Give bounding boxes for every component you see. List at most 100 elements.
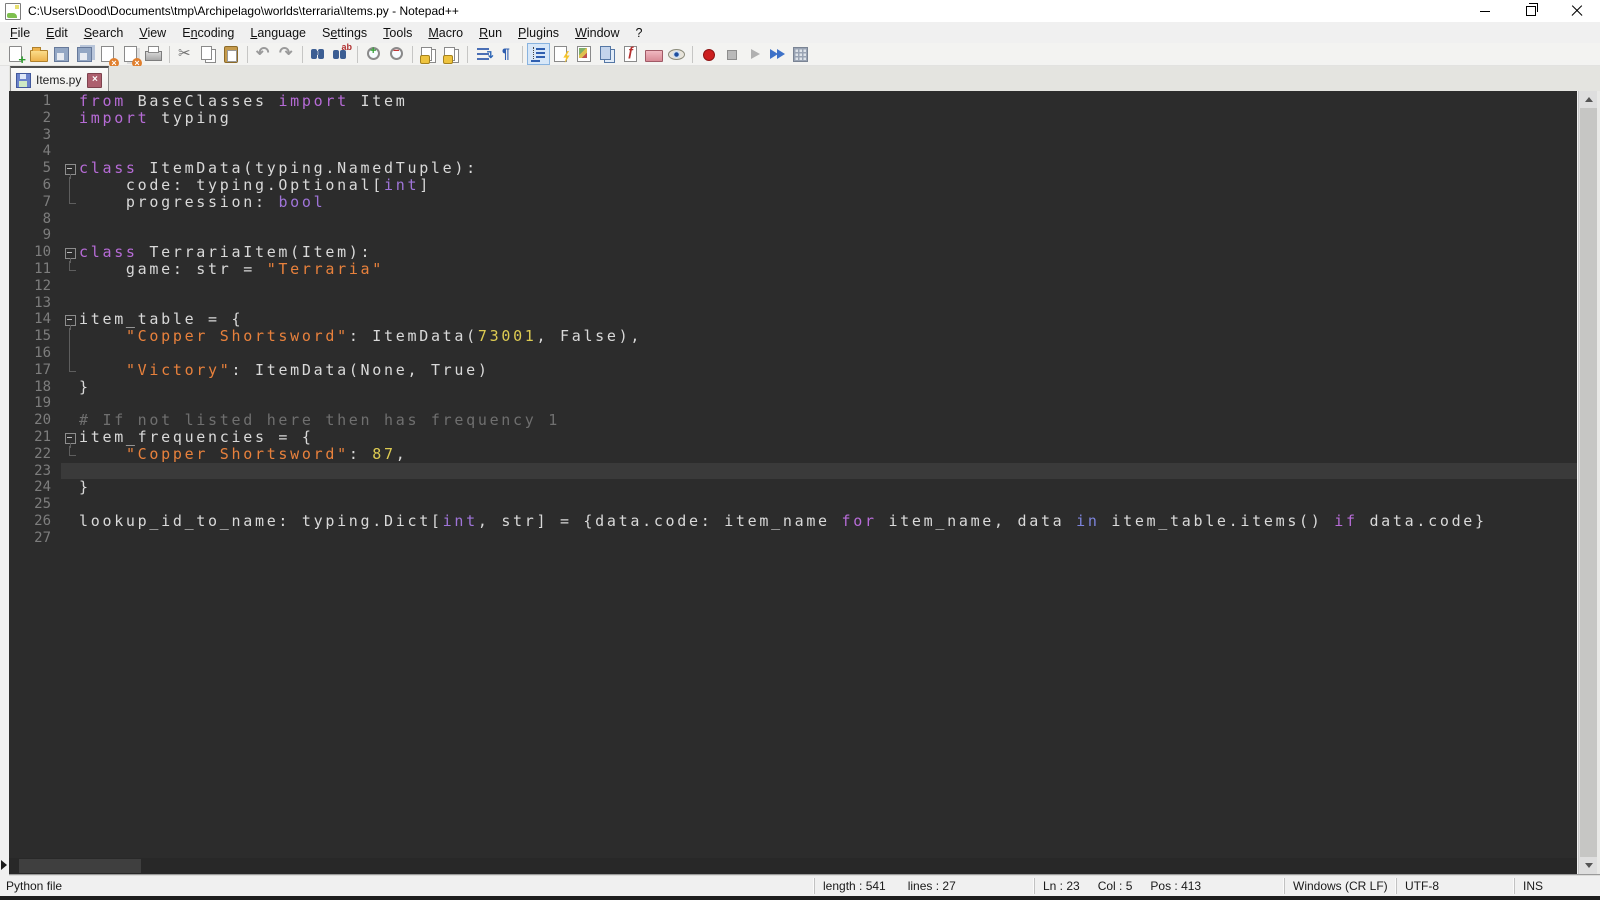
line-number[interactable]: 19 xyxy=(9,395,61,412)
menu-item-encoding[interactable]: Encoding xyxy=(174,24,242,42)
line-number[interactable]: 27 xyxy=(9,530,61,547)
play-multi-icon[interactable] xyxy=(767,44,788,64)
fold-margin[interactable] xyxy=(61,311,79,328)
line-number[interactable]: 7 xyxy=(9,194,61,211)
tab-close-icon[interactable]: × xyxy=(87,73,102,88)
line-number[interactable]: 16 xyxy=(9,345,61,362)
tab-label: Items.py xyxy=(36,73,81,87)
fold-collapse-icon[interactable] xyxy=(65,248,76,259)
status-eol-format[interactable]: Windows (CR LF) xyxy=(1284,878,1396,894)
folder-workspace-icon[interactable] xyxy=(643,44,664,64)
record-macro-icon[interactable] xyxy=(698,44,719,64)
horizontal-scrollbar[interactable] xyxy=(9,858,1577,874)
status-encoding[interactable]: UTF-8 xyxy=(1396,878,1514,894)
line-number[interactable]: 15 xyxy=(9,328,61,345)
zoom-out-icon[interactable] xyxy=(386,44,407,64)
hscroll-left-arrow-icon[interactable] xyxy=(1,860,7,870)
line-number[interactable]: 6 xyxy=(9,177,61,194)
indent-guide-icon[interactable] xyxy=(528,44,549,64)
status-insert-mode[interactable]: INS xyxy=(1514,878,1600,894)
line-number[interactable]: 12 xyxy=(9,278,61,295)
show-all-chars-icon[interactable] xyxy=(496,44,517,64)
line-number[interactable]: 17 xyxy=(9,362,61,379)
code-editor[interactable]: 1from BaseClasses import Item2import typ… xyxy=(9,91,1577,858)
fold-margin[interactable] xyxy=(61,160,79,177)
line-number[interactable]: 18 xyxy=(9,379,61,396)
line-number[interactable]: 22 xyxy=(9,446,61,463)
line-number[interactable]: 26 xyxy=(9,513,61,530)
menu-item-settings[interactable]: Settings xyxy=(314,24,375,42)
function-list-icon[interactable] xyxy=(551,44,572,64)
line-number[interactable]: 13 xyxy=(9,295,61,312)
tab-items.py[interactable]: Items.py × xyxy=(10,66,109,92)
new-file-icon[interactable] xyxy=(5,44,26,64)
fold-margin xyxy=(61,194,79,211)
scroll-down-button[interactable] xyxy=(1579,857,1598,874)
undo-icon[interactable] xyxy=(253,44,274,64)
line-number[interactable]: 25 xyxy=(9,496,61,513)
code-line: 19 xyxy=(9,395,1577,412)
line-number[interactable]: 9 xyxy=(9,227,61,244)
line-number[interactable]: 14 xyxy=(9,311,61,328)
line-number[interactable]: 4 xyxy=(9,143,61,160)
zoom-in-icon[interactable] xyxy=(363,44,384,64)
menu-item-view[interactable]: View xyxy=(131,24,174,42)
paste-icon[interactable] xyxy=(221,44,242,64)
close-button[interactable] xyxy=(1554,0,1600,22)
monitoring-icon[interactable] xyxy=(666,44,687,64)
menu-item-language[interactable]: Language xyxy=(242,24,314,42)
line-number[interactable]: 20 xyxy=(9,412,61,429)
menu-item-macro[interactable]: Macro xyxy=(420,24,471,42)
vertical-scrollbar[interactable] xyxy=(1578,91,1598,874)
word-wrap-icon[interactable] xyxy=(473,44,494,64)
function-f-icon[interactable] xyxy=(620,44,641,64)
close-doc-icon[interactable] xyxy=(97,44,118,64)
menu-item-plugins[interactable]: Plugins xyxy=(510,24,567,42)
fold-collapse-icon[interactable] xyxy=(65,315,76,326)
line-number[interactable]: 5 xyxy=(9,160,61,177)
menu-item-tools[interactable]: Tools xyxy=(375,24,420,42)
line-number[interactable]: 1 xyxy=(9,93,61,110)
redo-icon[interactable] xyxy=(276,44,297,64)
toolbar-separator xyxy=(357,46,358,63)
fold-collapse-icon[interactable] xyxy=(65,433,76,444)
line-number[interactable]: 23 xyxy=(9,463,61,480)
doc-switcher-icon[interactable] xyxy=(597,44,618,64)
open-folder-icon[interactable] xyxy=(28,44,49,64)
line-number[interactable]: 8 xyxy=(9,211,61,228)
menu-item-search[interactable]: Search xyxy=(76,24,132,42)
vertical-scrollbar-thumb[interactable] xyxy=(1580,108,1597,857)
save-icon[interactable] xyxy=(51,44,72,64)
menu-item-run[interactable]: Run xyxy=(471,24,510,42)
replace-icon[interactable] xyxy=(331,44,352,64)
fold-margin[interactable] xyxy=(61,244,79,261)
line-number[interactable]: 24 xyxy=(9,479,61,496)
doc-map-icon[interactable] xyxy=(574,44,595,64)
scroll-up-button[interactable] xyxy=(1579,91,1598,108)
restore-button[interactable] xyxy=(1508,0,1554,22)
copy-icon[interactable] xyxy=(198,44,219,64)
menu-item-[interactable]: ? xyxy=(628,24,651,42)
menu-item-edit[interactable]: Edit xyxy=(38,24,76,42)
sync-horizontal-icon[interactable] xyxy=(441,44,462,64)
line-number[interactable]: 11 xyxy=(9,261,61,278)
fold-margin[interactable] xyxy=(61,429,79,446)
save-all-icon[interactable] xyxy=(74,44,95,64)
minimize-button[interactable] xyxy=(1462,0,1508,22)
horizontal-scrollbar-thumb[interactable] xyxy=(19,859,141,873)
cut-icon[interactable] xyxy=(175,44,196,64)
close-all-icon[interactable] xyxy=(120,44,141,64)
menu-item-file[interactable]: File xyxy=(2,24,38,42)
line-number[interactable]: 21 xyxy=(9,429,61,446)
sync-vertical-icon[interactable] xyxy=(418,44,439,64)
fold-collapse-icon[interactable] xyxy=(65,164,76,175)
play-macro-icon[interactable] xyxy=(744,44,765,64)
line-number[interactable]: 10 xyxy=(9,244,61,261)
menu-item-window[interactable]: Window xyxy=(567,24,627,42)
print-icon[interactable] xyxy=(143,44,164,64)
stop-macro-icon[interactable] xyxy=(721,44,742,64)
line-number[interactable]: 3 xyxy=(9,127,61,144)
line-number[interactable]: 2 xyxy=(9,110,61,127)
save-macro-icon[interactable] xyxy=(790,44,811,64)
find-icon[interactable] xyxy=(308,44,329,64)
